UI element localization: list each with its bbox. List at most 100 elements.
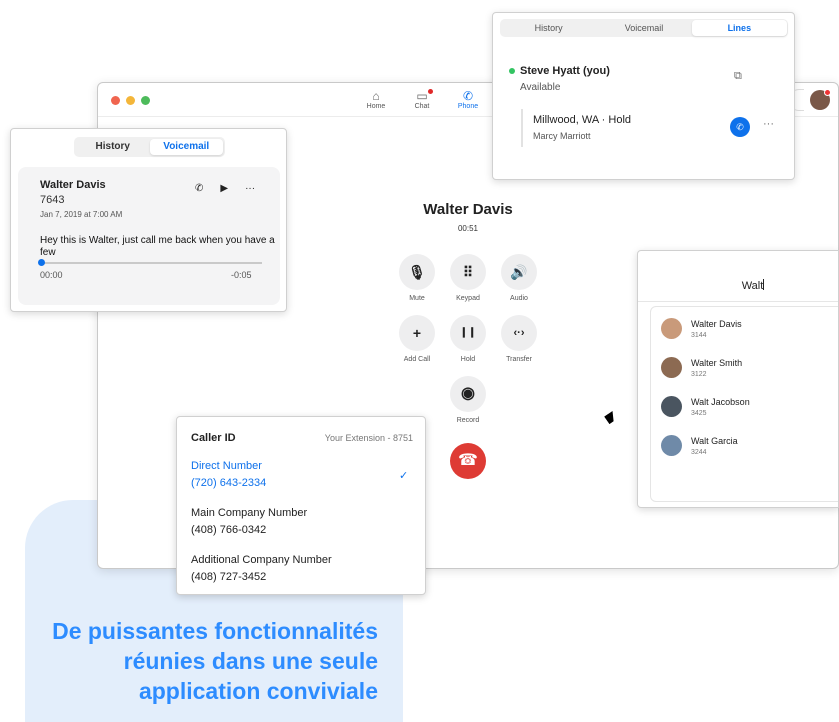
voicemail-caller-ext: 7643 [40, 194, 65, 206]
tab-voicemail[interactable]: Voicemail [596, 20, 691, 36]
line-user-name: Steve Hyatt (you) [520, 65, 610, 77]
add-call-button[interactable]: + [399, 315, 435, 351]
avatar [661, 396, 682, 417]
contact-results-list: Walter Davis 3144 · Walter Smith 3122 · … [650, 306, 838, 502]
playback-remaining: -0:05 [231, 270, 252, 280]
avatar [661, 435, 682, 456]
promo-text: De puissantes fonctionnalités réunies da… [20, 616, 378, 706]
audio-label: Audio [510, 295, 528, 302]
available-status-icon [509, 68, 515, 74]
promo-line-3: application conviviale [138, 678, 378, 704]
caller-id-option-additional[interactable]: Additional Company Number (408) 727-3452 [177, 551, 425, 591]
line-call-contact: Marcy Marriott [533, 131, 591, 141]
contact-ext: 3244 [691, 449, 707, 456]
lines-panel: History Voicemail Lines Steve Hyatt (you… [492, 12, 795, 180]
audio-button[interactable]: 🔊 [501, 254, 537, 290]
minimize-window-button[interactable] [126, 96, 135, 105]
contact-item[interactable]: Walter Smith 3122 · [661, 353, 838, 383]
caller-id-option-main[interactable]: Main Company Number (408) 766-0342 [177, 504, 425, 544]
caller-id-extension: Your Extension - 8751 [324, 433, 413, 443]
record-button[interactable]: ◉ [450, 376, 486, 412]
option-number: (408) 727-3452 [191, 571, 267, 583]
pause-icon: ❙❙ [459, 327, 477, 338]
chat-icon: ▭ [416, 89, 428, 103]
end-call-button[interactable]: ☎ [450, 443, 486, 479]
avatar [661, 357, 682, 378]
mouse-cursor-icon [604, 410, 618, 425]
speaker-icon: 🔊 [510, 264, 528, 280]
hold-button[interactable]: ❙❙ [450, 315, 486, 351]
caller-id-title: Caller ID [191, 432, 236, 444]
close-window-button[interactable] [111, 96, 120, 105]
tab-history[interactable]: History [501, 20, 596, 36]
voicemail-panel: History Voicemail Walter Davis 7643 Jan … [10, 128, 287, 312]
transfer-button[interactable]: ‹·› [501, 315, 537, 351]
nav-phone[interactable]: ✆ Phone [448, 89, 488, 110]
caller-id-option-direct[interactable]: Direct Number (720) 643-2334 [177, 457, 425, 497]
nav-chat[interactable]: ▭ Chat [402, 89, 442, 110]
option-label: Direct Number [191, 460, 262, 472]
chat-notification-badge [428, 89, 433, 94]
playback-handle[interactable] [38, 259, 45, 266]
voicemail-caller-name: Walter Davis [40, 179, 106, 191]
phone-icon: ✆ [462, 89, 474, 103]
external-link-icon[interactable]: ⧉ [734, 70, 742, 83]
home-icon: ⌂ [372, 89, 380, 103]
contact-item[interactable]: Walt Jacobson 3425 · [661, 392, 838, 422]
keypad-icon: ⠿ [462, 264, 474, 280]
option-number: (408) 766-0342 [191, 524, 267, 536]
resume-call-button[interactable]: ✆ [730, 117, 750, 137]
more-icon[interactable]: ··· [245, 183, 255, 194]
line-indent-bar [521, 109, 523, 147]
tab-lines[interactable]: Lines [691, 20, 787, 36]
contact-name: Walter Smith [691, 358, 743, 368]
option-number: (720) 643-2334 [191, 477, 267, 489]
contact-search-panel: Walt Walter Davis 3144 · Walter Smith 31… [637, 250, 839, 508]
option-label: Additional Company Number [191, 554, 332, 566]
contact-name: Walter Davis [691, 319, 742, 329]
checkmark-icon: ✓ [399, 470, 409, 482]
contact-ext: 3144 [691, 332, 707, 339]
play-icon[interactable]: ▶ [220, 183, 228, 194]
transfer-label: Transfer [506, 356, 532, 363]
presence-badge [824, 89, 831, 96]
mute-button[interactable]: 🎙 [399, 254, 435, 290]
more-icon[interactable]: ··· [763, 118, 774, 130]
nav-home[interactable]: ⌂ Home [356, 89, 396, 110]
playback-elapsed: 00:00 [40, 270, 63, 280]
line-call-location: Millwood, WA · Hold [533, 114, 632, 126]
search-divider [638, 301, 838, 302]
phone-icon: ✆ [736, 122, 744, 132]
active-call-name: Walter Davis [423, 201, 513, 218]
caller-id-menu: Caller ID Your Extension - 8751 Direct N… [176, 416, 426, 595]
plus-icon: + [412, 325, 422, 341]
voicemail-transcript: Hey this is Walter, just call me back wh… [40, 235, 275, 258]
playback-track[interactable] [40, 262, 262, 264]
zoom-window-button[interactable] [141, 96, 150, 105]
voicemail-date: Jan 7, 2019 at 7:00 AM [40, 210, 123, 219]
contact-search-input[interactable]: Walt [638, 279, 838, 292]
contact-ext: 3425 [691, 410, 707, 417]
record-icon: ◉ [461, 385, 475, 402]
tab-voicemail[interactable]: Voicemail [149, 139, 223, 155]
window-controls [111, 96, 150, 105]
promo-line-2: réunies dans une seule [123, 648, 378, 674]
contact-ext: 3122 [691, 371, 707, 378]
line-user-status: Available [520, 82, 561, 93]
voicemail-tab-bar: History Voicemail [74, 137, 225, 157]
contact-item[interactable]: Walter Davis 3144 · [661, 314, 838, 344]
nav-phone-label: Phone [457, 103, 479, 110]
keypad-button[interactable]: ⠿ [450, 254, 486, 290]
tab-history[interactable]: History [76, 139, 150, 155]
text-caret [763, 279, 765, 290]
lines-tab-bar: History Voicemail Lines [500, 19, 788, 37]
contact-name: Walt Jacobson [691, 397, 750, 407]
call-back-icon[interactable]: ✆ [195, 183, 203, 194]
search-query: Walt [741, 280, 764, 292]
contact-name: Walt Garcia [691, 436, 738, 446]
promo-line-1: De puissantes fonctionnalités [52, 618, 378, 644]
record-label: Record [456, 417, 480, 424]
nav-home-label: Home [366, 103, 386, 110]
contact-item[interactable]: Walt Garcia 3244 · [661, 431, 838, 461]
transfer-icon: ‹·› [513, 327, 525, 339]
